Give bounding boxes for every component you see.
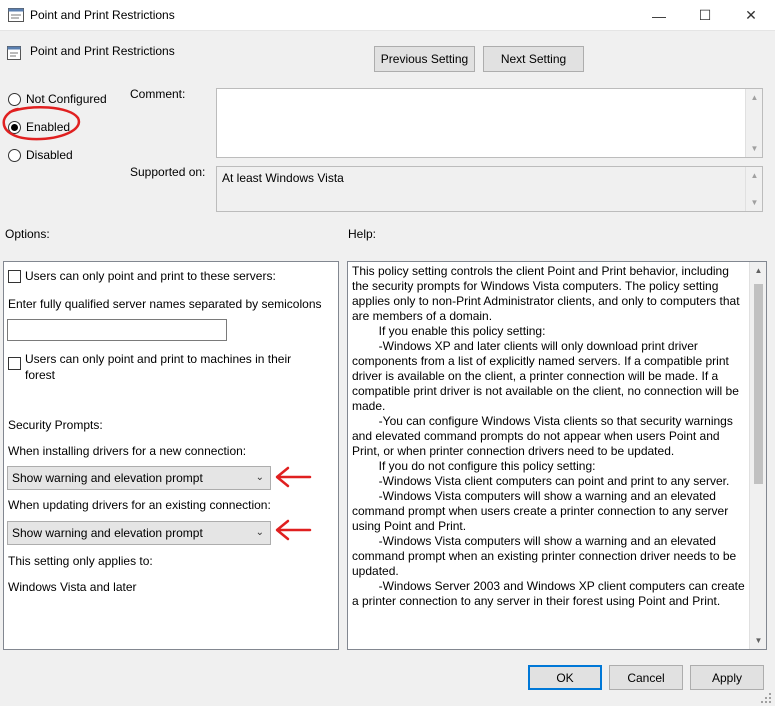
updating-drivers-label: When updating drivers for an existing co… bbox=[8, 498, 271, 512]
scroll-down-icon[interactable]: ▼ bbox=[746, 194, 763, 211]
policy-title: Point and Print Restrictions bbox=[30, 44, 175, 58]
checkbox-servers-label: Users can only point and print to these … bbox=[25, 269, 276, 283]
installing-drivers-label: When installing drivers for a new connec… bbox=[8, 444, 247, 458]
options-panel: Users can only point and print to these … bbox=[3, 261, 339, 650]
help-paragraph: -Windows Server 2003 and Windows XP clie… bbox=[352, 579, 748, 608]
scroll-down-icon[interactable]: ▼ bbox=[746, 140, 763, 157]
options-section-label: Options: bbox=[5, 227, 50, 241]
policy-app-icon bbox=[8, 8, 24, 22]
radio-label: Disabled bbox=[26, 148, 73, 162]
red-arrow-annotation bbox=[275, 466, 312, 488]
maximize-button[interactable]: ☐ bbox=[682, 0, 728, 31]
previous-setting-button[interactable]: Previous Setting bbox=[374, 46, 475, 72]
minimize-icon: — bbox=[652, 7, 666, 24]
resize-grip-icon[interactable] bbox=[760, 692, 772, 704]
close-icon: ✕ bbox=[745, 7, 757, 23]
updating-drivers-dropdown[interactable]: Show warning and elevation prompt ⌄ bbox=[7, 521, 271, 545]
server-field-label: Enter fully qualified server names separ… bbox=[8, 297, 322, 311]
help-paragraph: -Windows Vista client computers can poin… bbox=[352, 474, 730, 488]
updating-drivers-value: Show warning and elevation prompt bbox=[12, 526, 203, 540]
help-paragraph: -Windows XP and later clients will only … bbox=[352, 339, 743, 413]
checkbox-servers[interactable] bbox=[8, 270, 21, 283]
help-panel: This policy setting controls the client … bbox=[347, 261, 767, 650]
checkbox-servers-row[interactable]: Users can only point and print to these … bbox=[8, 269, 276, 283]
supported-on-label: Supported on: bbox=[130, 165, 206, 179]
window-title: Point and Print Restrictions bbox=[30, 8, 175, 22]
help-paragraph: If you enable this policy setting: bbox=[352, 324, 546, 338]
help-paragraph: -Windows Vista computers will show a war… bbox=[352, 534, 740, 578]
applies-to-value: Windows Vista and later bbox=[8, 580, 137, 594]
help-paragraph: -Windows Vista computers will show a war… bbox=[352, 489, 732, 533]
checkbox-forest-row[interactable]: Users can only point and print to machin… bbox=[8, 351, 308, 383]
supported-on-field: At least Windows Vista ▲ ▼ bbox=[216, 166, 763, 212]
red-circle-annotation bbox=[2, 106, 81, 141]
next-setting-button[interactable]: Next Setting bbox=[483, 46, 584, 72]
scroll-thumb[interactable] bbox=[754, 284, 763, 484]
help-scrollbar[interactable]: ▲ ▼ bbox=[749, 262, 766, 649]
server-names-input[interactable] bbox=[7, 319, 227, 341]
maximize-icon: ☐ bbox=[698, 7, 712, 23]
ok-button[interactable]: OK bbox=[528, 665, 602, 690]
help-section-label: Help: bbox=[348, 227, 377, 241]
title-bar: Point and Print Restrictions — ☐ ✕ bbox=[0, 0, 775, 31]
scroll-up-icon[interactable]: ▲ bbox=[750, 262, 766, 279]
checkbox-forest-label: Users can only point and print to machin… bbox=[25, 352, 292, 382]
red-arrow-annotation bbox=[275, 519, 312, 541]
security-prompts-label: Security Prompts: bbox=[8, 418, 103, 432]
help-paragraph: This policy setting controls the client … bbox=[352, 264, 743, 323]
radio-disabled[interactable]: Disabled bbox=[8, 148, 73, 162]
comment-scrollbar[interactable]: ▲ ▼ bbox=[745, 89, 762, 157]
supported-scrollbar[interactable]: ▲ ▼ bbox=[745, 167, 762, 211]
policy-setting-icon bbox=[7, 46, 21, 60]
chevron-down-icon: ⌄ bbox=[255, 472, 264, 483]
help-paragraph: If you do not configure this policy sett… bbox=[352, 459, 596, 473]
close-button[interactable]: ✕ bbox=[728, 0, 774, 31]
installing-drivers-dropdown[interactable]: Show warning and elevation prompt ⌄ bbox=[7, 466, 271, 490]
applies-to-label: This setting only applies to: bbox=[8, 554, 153, 568]
scroll-down-icon[interactable]: ▼ bbox=[750, 632, 766, 649]
installing-drivers-value: Show warning and elevation prompt bbox=[12, 471, 203, 485]
chevron-down-icon: ⌄ bbox=[255, 527, 264, 538]
scroll-up-icon[interactable]: ▲ bbox=[746, 167, 763, 184]
radio-circle bbox=[8, 148, 21, 162]
minimize-button[interactable]: — bbox=[636, 0, 682, 31]
supported-on-value: At least Windows Vista bbox=[222, 171, 344, 185]
comment-textarea[interactable]: ▲ ▼ bbox=[216, 88, 763, 158]
comment-label: Comment: bbox=[130, 87, 186, 101]
checkbox-forest[interactable] bbox=[8, 357, 21, 370]
cancel-button[interactable]: Cancel bbox=[609, 665, 683, 690]
apply-button[interactable]: Apply bbox=[690, 665, 764, 690]
help-paragraph: -You can configure Windows Vista clients… bbox=[352, 414, 737, 458]
help-text: This policy setting controls the client … bbox=[352, 264, 748, 609]
scroll-up-icon[interactable]: ▲ bbox=[746, 89, 763, 106]
